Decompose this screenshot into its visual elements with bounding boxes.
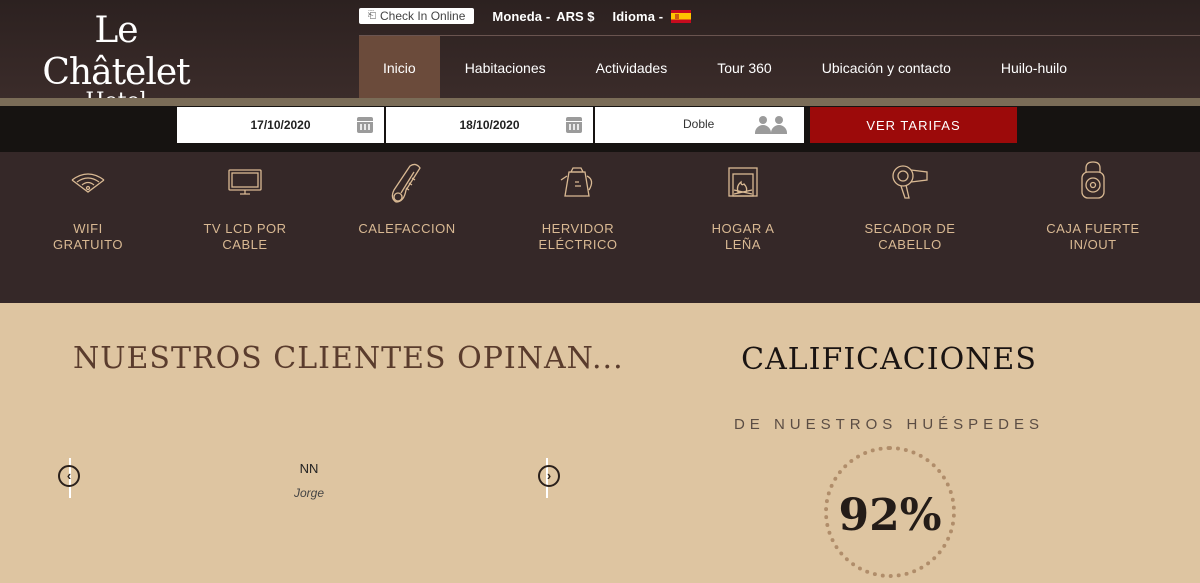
amenity-label: HERVIDOR ELÉCTRICO bbox=[538, 221, 618, 252]
language-label: Idioma - bbox=[612, 8, 664, 24]
nav-ubicacion-contacto[interactable]: Ubicación y contacto bbox=[797, 36, 976, 100]
review-text: NN bbox=[299, 461, 319, 476]
amenity-label: WIFI GRATUITO bbox=[53, 221, 123, 252]
main-nav: Inicio Habitaciones Actividades Tour 360… bbox=[359, 36, 1092, 100]
guests-icon bbox=[755, 116, 789, 134]
checkin-date-field[interactable]: 17/10/2020 bbox=[177, 107, 384, 143]
fireplace-icon bbox=[728, 167, 758, 197]
header-accent-line bbox=[0, 98, 1200, 106]
rating-score: 92% bbox=[838, 490, 942, 541]
checkin-date-value: 17/10/2020 bbox=[250, 118, 311, 132]
tv-icon bbox=[228, 169, 262, 195]
amenity-label: CAJA FUERTE IN/OUT bbox=[1046, 221, 1140, 252]
hairdryer-icon bbox=[892, 165, 928, 199]
amenities-strip: WIFI GRATUITO TV LCD POR CABLE CALEFACCI… bbox=[0, 152, 1200, 303]
nav-huilo-huilo[interactable]: Huilo-huilo bbox=[976, 36, 1092, 100]
site-header: Le Châtelet Hotel ⎗ Check In Online Mone… bbox=[0, 0, 1200, 114]
amenity-label: SECADOR DE CABELLO bbox=[864, 221, 956, 252]
carousel-prev-button[interactable]: ‹ bbox=[58, 465, 80, 487]
carousel-next-button[interactable]: › bbox=[538, 465, 560, 487]
logo-name: Le Châtelet bbox=[42, 10, 190, 93]
calendar-icon bbox=[357, 117, 373, 133]
nav-habitaciones[interactable]: Habitaciones bbox=[440, 36, 571, 100]
room-type-value: Doble bbox=[683, 117, 715, 131]
currency-label: Moneda - bbox=[492, 8, 551, 24]
top-utility-bar: ⎗ Check In Online Moneda - ARS $ Idioma … bbox=[359, 6, 692, 26]
nav-actividades[interactable]: Actividades bbox=[571, 36, 693, 100]
check-in-online-button[interactable]: ⎗ Check In Online bbox=[359, 8, 475, 24]
booking-bar: 17/10/2020 18/10/2020 Doble VER TARIFAS bbox=[0, 106, 1200, 152]
ratings-title: CALIFICACIONES bbox=[741, 342, 1037, 377]
currency-selector[interactable]: ARS $ bbox=[556, 9, 594, 24]
room-type-select[interactable]: Doble bbox=[595, 107, 804, 143]
checkout-date-field[interactable]: 18/10/2020 bbox=[386, 107, 593, 143]
checkout-date-value: 18/10/2020 bbox=[459, 118, 520, 132]
wifi-icon bbox=[71, 173, 105, 193]
amenity-label: HOGAR A LEÑA bbox=[711, 221, 775, 252]
spain-flag-icon[interactable] bbox=[671, 9, 692, 23]
amenity-label: CALEFACCION bbox=[358, 221, 456, 236]
nav-inicio[interactable]: Inicio bbox=[359, 36, 440, 100]
review-author: Jorge bbox=[293, 486, 325, 500]
thermometer-icon bbox=[391, 163, 421, 203]
calendar-icon bbox=[566, 117, 582, 133]
ver-tarifas-button[interactable]: VER TARIFAS bbox=[810, 107, 1017, 143]
amenity-label: TV LCD POR CABLE bbox=[203, 221, 287, 252]
login-icon: ⎗ bbox=[368, 10, 376, 21]
ratings-subtitle: DE NUESTROS HUÉSPEDES bbox=[733, 416, 1045, 433]
reviews-title: NUESTROS CLIENTES OPINAN... bbox=[73, 341, 624, 376]
check-in-online-label: Check In Online bbox=[380, 9, 466, 23]
safe-icon bbox=[1081, 161, 1105, 199]
kettle-icon bbox=[560, 167, 593, 197]
nav-tour-360[interactable]: Tour 360 bbox=[692, 36, 796, 100]
